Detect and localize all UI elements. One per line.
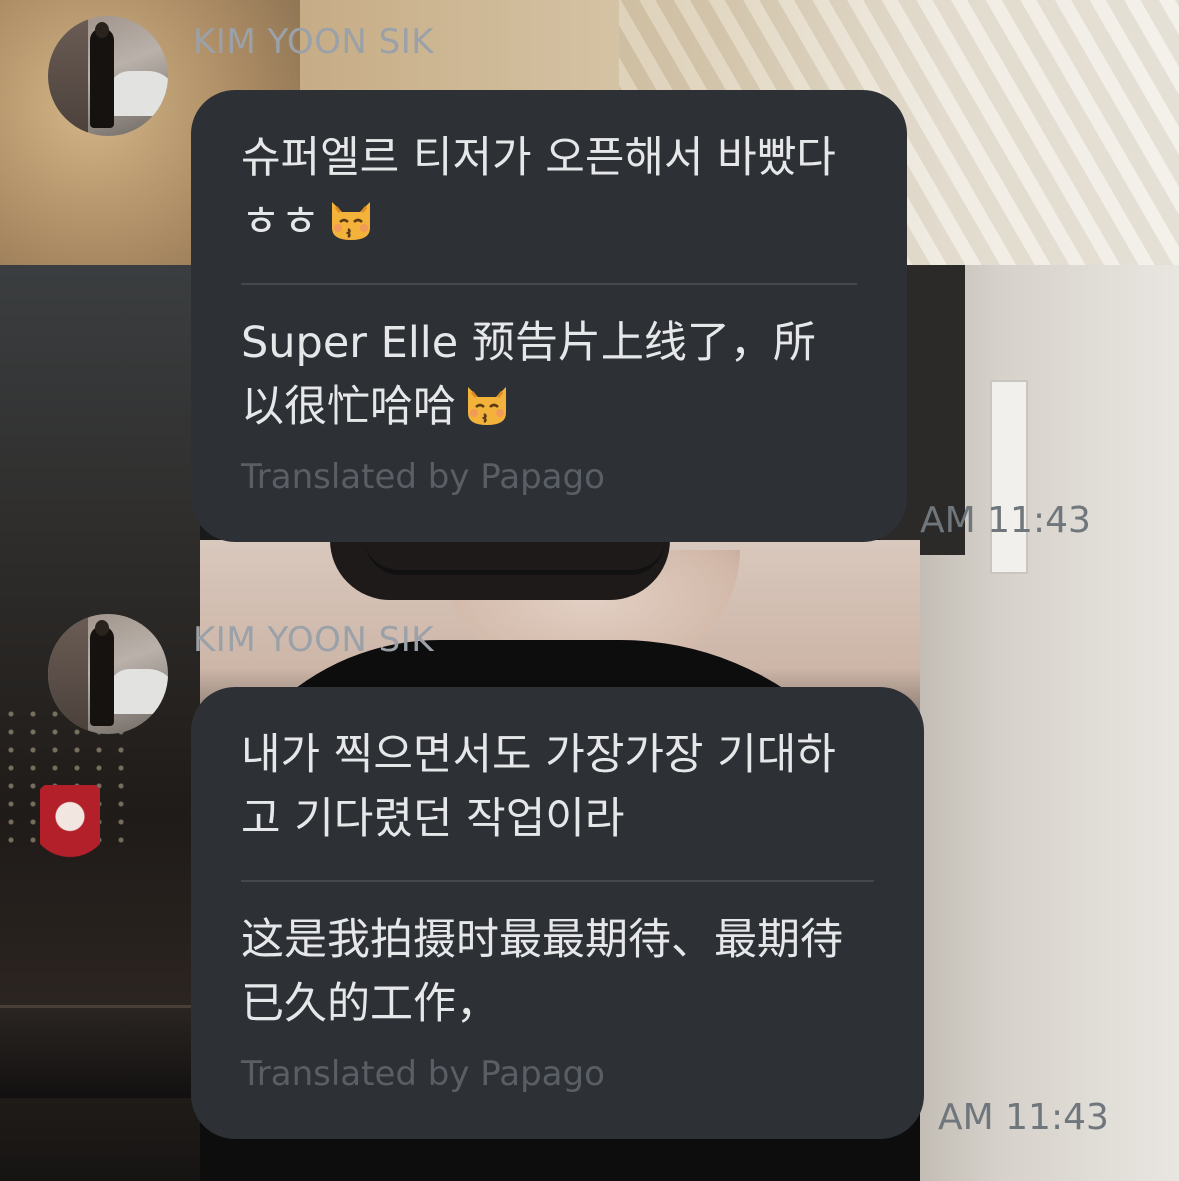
kissing-cat-icon: [326, 194, 376, 244]
avatar[interactable]: [48, 16, 168, 136]
original-text: 내가 찍으면서도 가장가장 기대하고 기다렸던 작업이라: [241, 730, 836, 844]
translated-text: Super Elle 预告片上线了，所以很忙哈哈: [241, 318, 816, 432]
message-bubble[interactable]: 슈퍼엘르 티저가 오픈해서 바빴다 ㅎㅎ Super Elle 预告片上线了，所…: [191, 90, 907, 542]
sender-name: KIM YOON SIK: [193, 22, 435, 62]
background-right-region: [880, 265, 1179, 1181]
kissing-cat-icon: [462, 379, 512, 429]
translated-by-label: Translated by Papago: [241, 457, 605, 497]
avatar[interactable]: [48, 614, 168, 734]
sender-name: KIM YOON SIK: [193, 620, 435, 660]
message-bubble[interactable]: 내가 찍으면서도 가장가장 기대하고 기다렸던 작업이라 这是我拍摄时最最期待、…: [191, 687, 924, 1139]
message-time: AM 11:43: [920, 500, 1091, 541]
translated-by-label: Translated by Papago: [241, 1054, 605, 1094]
translated-text: 这是我拍摄时最最期待、最期待已久的工作，: [241, 915, 843, 1029]
message-time: AM 11:43: [938, 1097, 1109, 1138]
